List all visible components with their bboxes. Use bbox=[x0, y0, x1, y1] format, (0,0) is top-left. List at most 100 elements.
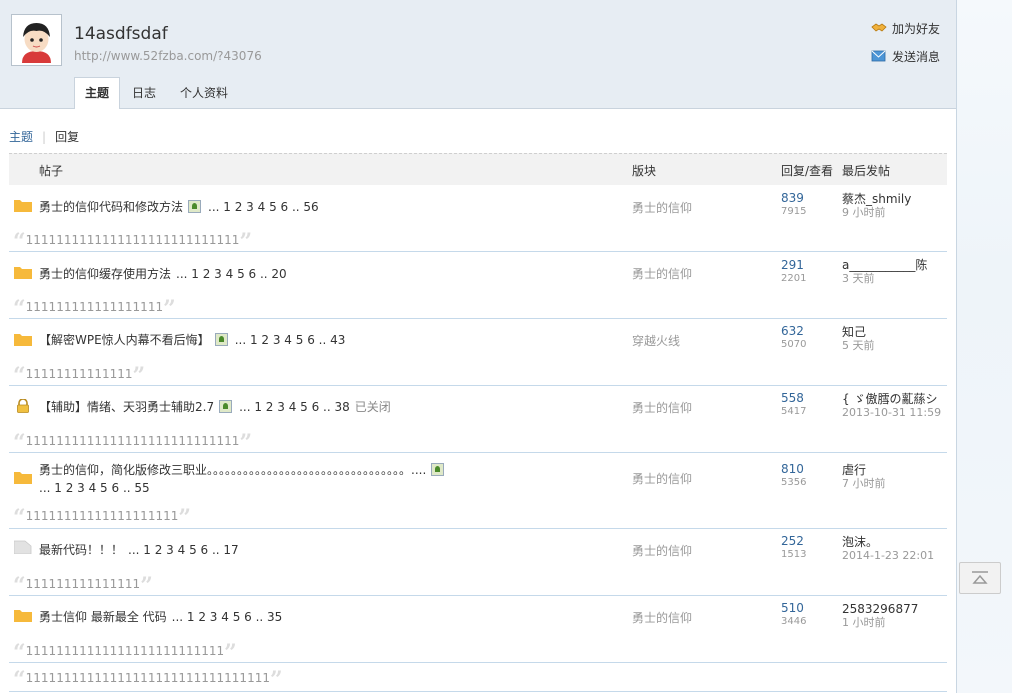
reply-view-count: 839 7915 bbox=[781, 192, 806, 218]
username: 14asdfsdaf bbox=[74, 24, 168, 44]
last-author[interactable]: { ゞ傲膤の薍蕬シ bbox=[842, 392, 941, 406]
reply-view-count: 632 5070 bbox=[781, 325, 806, 351]
table-row: “11111111111111111111111111111111” bbox=[9, 663, 947, 693]
reply-count[interactable]: 291 bbox=[781, 259, 806, 272]
thread-title[interactable]: 勇士的信仰，简化版修改三职业。。。。。。。。。。。。。。。。。。。。。。。。。。… bbox=[39, 463, 426, 477]
profile-header: 14asdfsdaf http://www.52fzba.com/?43076 … bbox=[0, 0, 956, 109]
close-quote-icon: ” bbox=[178, 505, 192, 531]
thread-title-line: 勇士信仰 最新最全 代码 ... 1 2 3 4 5 6 .. 35 bbox=[39, 608, 282, 625]
lock-icon bbox=[16, 398, 34, 413]
subnav-divider: | bbox=[42, 130, 47, 144]
thread-forum[interactable]: 勇士的信仰 bbox=[632, 609, 692, 626]
thread-title-line: 最新代码！！！ ... 1 2 3 4 5 6 .. 17 bbox=[39, 541, 239, 558]
thread-quote: “11111111111111111111” bbox=[13, 505, 191, 531]
thread-title[interactable]: 最新代码！！！ bbox=[39, 543, 123, 557]
last-time[interactable]: 7 小时前 bbox=[842, 477, 886, 491]
handshake-icon bbox=[871, 21, 887, 35]
reply-count[interactable]: 810 bbox=[781, 463, 806, 476]
last-time[interactable]: 5 天前 bbox=[842, 339, 875, 353]
reply-count[interactable]: 558 bbox=[781, 392, 806, 405]
thread-pages[interactable]: ... 1 2 3 4 5 6 .. 17 bbox=[128, 543, 239, 557]
reply-count[interactable]: 510 bbox=[781, 602, 806, 615]
back-to-top-button[interactable] bbox=[959, 562, 1001, 594]
table-row: 最新代码！！！ ... 1 2 3 4 5 6 .. 17 勇士的信仰 252 15… bbox=[9, 529, 947, 599]
quote-text: 11111111111111 bbox=[25, 367, 133, 381]
header-reply-view: 回复/查看 bbox=[781, 164, 834, 178]
subnav-topics[interactable]: 主题 bbox=[9, 130, 33, 144]
last-author[interactable]: a___________陈 bbox=[842, 258, 927, 272]
last-author[interactable]: 知己 bbox=[842, 325, 875, 339]
last-post: a___________陈 3 天前 bbox=[842, 258, 927, 286]
last-author[interactable]: 泡沫。 bbox=[842, 535, 934, 549]
profile-actions: 加为好友 发送消息 bbox=[871, 20, 940, 76]
thread-title[interactable]: 勇士的信仰代码和修改方法 bbox=[39, 200, 183, 214]
image-attachment-icon bbox=[188, 200, 202, 213]
thread-pages[interactable]: ... 1 2 3 4 5 6 .. 35 bbox=[172, 610, 283, 624]
last-author[interactable]: 2583296877 bbox=[842, 602, 918, 616]
subnav-replies[interactable]: 回复 bbox=[55, 130, 79, 144]
thread-forum[interactable]: 勇士的信仰 bbox=[632, 265, 692, 282]
last-author[interactable]: 蔡杰_shmily bbox=[842, 192, 911, 206]
thread-forum[interactable]: 勇士的信仰 bbox=[632, 199, 692, 216]
send-message-label: 发送消息 bbox=[891, 49, 940, 64]
table-row: 勇士信仰 最新最全 代码... 1 2 3 4 5 6 .. 35 勇士的信仰 … bbox=[9, 596, 947, 666]
thread-forum[interactable]: 勇士的信仰 bbox=[632, 542, 692, 559]
reply-count[interactable]: 632 bbox=[781, 325, 806, 338]
thread-title-line: 【辅助】情绪、天羽勇士辅助2.7 ... 1 2 3 4 5 6 .. 38 已关闭 bbox=[39, 398, 391, 415]
last-post: 2583296877 1 小时前 bbox=[842, 602, 918, 630]
last-post: 泡沫。 2014-1-23 22:01 bbox=[842, 535, 934, 563]
thread-title[interactable]: 勇士的信仰缓存使用方法 bbox=[39, 267, 171, 281]
reply-view-count: 252 1513 bbox=[781, 535, 806, 561]
last-time[interactable]: 3 天前 bbox=[842, 272, 927, 286]
last-post: 知己 5 天前 bbox=[842, 325, 875, 353]
thread-title[interactable]: 勇士信仰 最新最全 代码 bbox=[39, 610, 167, 624]
profile-url[interactable]: http://www.52fzba.com/?43076 bbox=[74, 49, 262, 63]
thread-title[interactable]: 【解密WPE惊人内幕不看后悔】 bbox=[39, 333, 210, 347]
quote-text: 11111111111111111111111111 bbox=[25, 644, 225, 658]
profile-panel: 14asdfsdaf http://www.52fzba.com/?43076 … bbox=[0, 0, 957, 693]
tab-blog[interactable]: 日志 bbox=[120, 77, 168, 109]
thread-title[interactable]: 【辅助】情绪、天羽勇士辅助2.7 bbox=[39, 400, 214, 414]
last-time[interactable]: 2014-1-23 22:01 bbox=[842, 549, 934, 563]
last-time[interactable]: 2013-10-31 11:59 bbox=[842, 406, 941, 420]
folder-icon bbox=[14, 265, 32, 279]
image-attachment-icon bbox=[219, 400, 233, 413]
quote-text: 111111111111111 bbox=[25, 577, 141, 591]
folder-icon bbox=[14, 332, 32, 346]
last-time[interactable]: 9 小时前 bbox=[842, 206, 911, 220]
tab-topics[interactable]: 主题 bbox=[74, 77, 121, 109]
avatar[interactable] bbox=[11, 14, 62, 66]
send-message-button[interactable]: 发送消息 bbox=[871, 48, 940, 64]
header-post: 帖子 bbox=[39, 164, 64, 178]
image-attachment-icon bbox=[431, 463, 445, 476]
table-row: 【辅助】情绪、天羽勇士辅助2.7 ... 1 2 3 4 5 6 .. 38 已关闭… bbox=[9, 386, 947, 456]
reply-count[interactable]: 252 bbox=[781, 535, 806, 548]
open-quote-icon: “ bbox=[13, 667, 26, 693]
add-friend-button[interactable]: 加为好友 bbox=[871, 20, 940, 36]
thread-table: 帖子 版块 回复/查看 最后发帖 勇士的信仰代码和修改方法 ... 1 2 3 4… bbox=[9, 153, 947, 693]
thread-forum[interactable]: 勇士的信仰 bbox=[632, 399, 692, 416]
thread-forum[interactable]: 勇士的信仰 bbox=[632, 470, 692, 487]
reply-count[interactable]: 839 bbox=[781, 192, 806, 205]
thread-pages[interactable]: ... 1 2 3 4 5 6 .. 55 bbox=[39, 481, 150, 495]
header-last-post: 最后发帖 bbox=[842, 164, 891, 178]
last-post: 虐行 7 小时前 bbox=[842, 463, 886, 491]
sub-nav: 主题 | 回复 bbox=[9, 128, 79, 145]
thread-pages[interactable]: ... 1 2 3 4 5 6 .. 38 bbox=[239, 400, 350, 414]
thread-quote: “11111111111111111111111111111111” bbox=[13, 667, 283, 693]
view-count: 2201 bbox=[781, 273, 807, 284]
thread-pages[interactable]: ... 1 2 3 4 5 6 .. 20 bbox=[176, 267, 287, 281]
thread-pages[interactable]: ... 1 2 3 4 5 6 .. 56 bbox=[208, 200, 319, 214]
view-count: 3446 bbox=[781, 616, 807, 627]
closed-badge: 已关闭 bbox=[354, 400, 391, 414]
document-icon bbox=[13, 540, 32, 555]
last-time[interactable]: 1 小时前 bbox=[842, 616, 918, 630]
tab-profile[interactable]: 个人资料 bbox=[168, 77, 240, 109]
quote-text: 1111111111111111111111111111 bbox=[25, 233, 240, 247]
thread-pages[interactable]: ... 1 2 3 4 5 6 .. 43 bbox=[235, 333, 346, 347]
thread-title-line: 勇士的信仰缓存使用方法 ... 1 2 3 4 5 6 .. 20 bbox=[39, 265, 287, 282]
last-author[interactable]: 虐行 bbox=[842, 463, 886, 477]
thread-forum[interactable]: 穿越火线 bbox=[632, 332, 680, 349]
close-quote-icon: ” bbox=[269, 667, 283, 693]
last-post: { ゞ傲膤の薍蕬シ 2013-10-31 11:59 bbox=[842, 392, 941, 420]
